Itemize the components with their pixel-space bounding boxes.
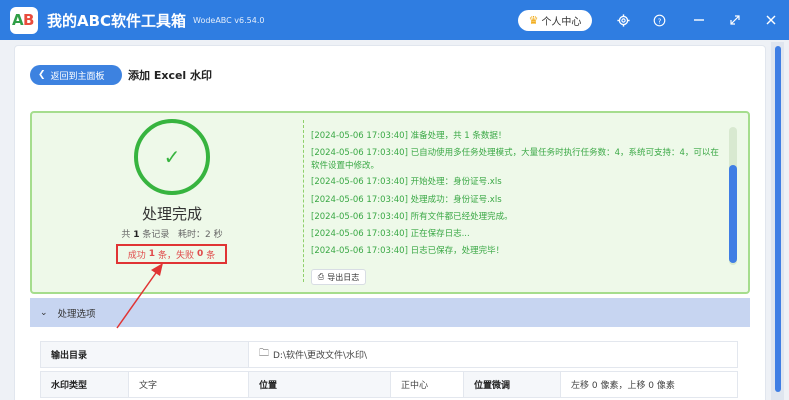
app-version: WodeABC v6.54.0 xyxy=(193,16,265,25)
export-log-label: 导出日志 xyxy=(327,272,360,282)
back-to-main-button[interactable]: ❮ 返回到主面板 xyxy=(30,65,122,85)
output-dir-value[interactable]: 🗀 D:\软件\更改文件\水印\ xyxy=(249,342,737,367)
back-button-label: 返回到主面板 xyxy=(50,71,105,82)
watermark-type-value: 文字 xyxy=(129,372,249,397)
log-scrollbar[interactable] xyxy=(729,127,737,265)
log-line: [2024-05-06 17:03:40] 准备处理，共 1 条数据！ xyxy=(311,131,507,141)
app-title: 我的ABC软件工具箱 xyxy=(47,12,187,30)
minimize-icon[interactable] xyxy=(691,12,707,28)
success-circle-icon: ✓ xyxy=(134,119,210,195)
fine-tune-value: 左移 0 像素，上移 0 像素 xyxy=(571,381,675,391)
options-section-header[interactable]: ⌄ 处理选项 xyxy=(30,298,750,327)
chevron-down-icon: ⌄ xyxy=(40,307,48,318)
log-line: [2024-05-06 17:03:40] 开始处理：身份证号.xls xyxy=(311,177,502,188)
log-line: [2024-05-06 17:03:40] 处理成功：身份证号.xls xyxy=(311,194,502,205)
crown-icon: ♛ xyxy=(528,14,539,27)
svg-text:?: ? xyxy=(657,16,661,25)
success-count: 1 xyxy=(148,249,155,259)
watermark-type-label: 水印类型 xyxy=(41,372,129,397)
log-line: [2024-05-06 17:03:40] 日志已保存，处理完毕！ xyxy=(311,246,505,257)
fail-count: 0 xyxy=(197,249,204,259)
folder-icon: 🗀 xyxy=(259,348,269,359)
logo-letter-a: A xyxy=(12,11,24,29)
checkmark-icon: ✓ xyxy=(163,145,181,169)
status-title: 处理完成 xyxy=(141,205,202,223)
help-icon[interactable]: ? xyxy=(651,12,667,28)
user-center-label: 个人中心 xyxy=(541,17,582,28)
elapsed-time: 2 秒 xyxy=(205,230,223,240)
window-scrollbar-thumb[interactable] xyxy=(775,46,781,392)
success-fail-summary: 成功 1 条，失败 0 条 xyxy=(116,244,227,264)
option-row-output-dir: 输出目录 🗀 D:\软件\更改文件\水印\ xyxy=(40,341,738,368)
window-scrollbar[interactable] xyxy=(771,42,784,400)
position-label: 位置 xyxy=(249,372,391,397)
position-value: 正中心 xyxy=(391,372,464,397)
fine-tune-label: 位置微调 xyxy=(464,372,561,397)
close-icon[interactable] xyxy=(763,12,779,28)
settings-icon[interactable] xyxy=(615,12,631,28)
log-line: [2024-05-06 17:03:40] 已自动使用多任务处理模式，大量任务时… xyxy=(311,148,719,171)
title-bar: A B 我的ABC软件工具箱 WodeABC v6.54.0 ♛ 个人中心 ? xyxy=(0,0,789,40)
log-line: [2024-05-06 17:03:40] 正在保存日志... xyxy=(311,229,470,240)
app-logo: A B xyxy=(10,7,38,34)
page-title: 添加 Excel 水印 xyxy=(128,69,213,82)
record-stats: 共 1 条记录 耗时：2 秒 xyxy=(121,230,223,240)
log-list: [2024-05-06 17:03:40] 准备处理，共 1 条数据！ [202… xyxy=(311,128,726,261)
user-center-button[interactable]: ♛ 个人中心 xyxy=(518,10,592,31)
log-line: [2024-05-06 17:03:40] 所有文件都已经处理完成。 xyxy=(311,211,513,222)
output-dir-label: 输出目录 xyxy=(41,342,249,367)
record-count: 1 xyxy=(133,230,140,240)
back-arrow-icon: ❮ xyxy=(38,70,46,80)
result-divider xyxy=(303,120,304,282)
log-scrollbar-thumb[interactable] xyxy=(729,165,737,263)
maximize-icon[interactable] xyxy=(727,12,743,28)
export-icon: ⎙ xyxy=(317,272,325,281)
logo-letter-b: B xyxy=(23,11,35,29)
options-header-label: 处理选项 xyxy=(57,308,96,320)
option-row-watermark: 水印类型 文字 位置 正中心 位置微调 左移 0 像素，上移 0 像素 xyxy=(40,371,738,398)
export-log-button[interactable]: ⎙ 导出日志 xyxy=(311,269,366,285)
